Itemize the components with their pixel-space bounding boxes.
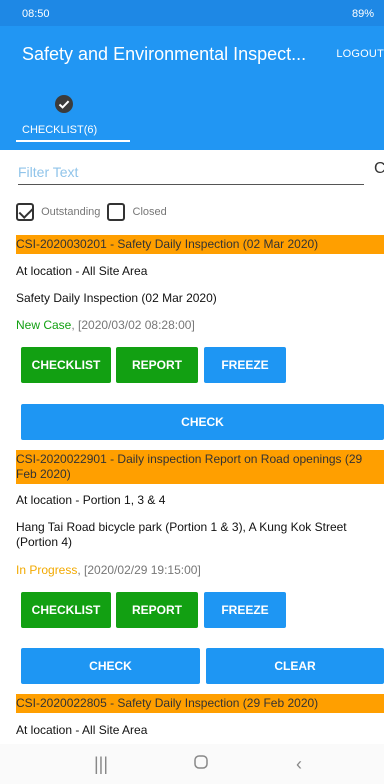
logout-button[interactable]: LOGOUT xyxy=(336,48,384,60)
check-button[interactable]: CHECK xyxy=(21,648,200,684)
status-bar: 08:50 89% xyxy=(0,0,384,26)
battery-level: 89% xyxy=(351,8,374,20)
closed-checkbox[interactable] xyxy=(107,203,126,221)
clear-button[interactable]: CLEAR xyxy=(206,648,384,684)
app-bar: Safety and Environmental Inspect... LOGO… xyxy=(0,26,384,88)
back-icon[interactable]: ‹ xyxy=(296,754,302,775)
status-badge: New Case xyxy=(16,318,72,332)
card-header: CSI-2020022805 - Safety Daily Inspection… xyxy=(16,694,384,713)
card-header: CSI-2020030201 - Safety Daily Inspection… xyxy=(16,235,384,254)
tab-label: CHECKLIST(6) xyxy=(22,124,98,136)
check-circle-icon xyxy=(54,94,74,114)
card-timestamp: , [2020/03/02 08:28:00] xyxy=(71,318,195,332)
check-button[interactable]: CHECK xyxy=(21,404,384,440)
outstanding-label: Outstanding xyxy=(41,206,101,218)
closed-label: Closed xyxy=(132,206,167,218)
tab-bar: CHECKLIST(6) xyxy=(0,88,384,150)
card-location: At location - All Site Area xyxy=(16,264,148,278)
home-icon[interactable] xyxy=(193,754,209,775)
tab-checklist[interactable]: CHECKLIST(6) xyxy=(0,88,130,150)
app-title: Safety and Environmental Inspect... xyxy=(22,44,307,64)
card-description: Hang Tai Road bicycle park (Portion 1 & … xyxy=(16,520,347,549)
system-nav-bar: ||| ‹ xyxy=(0,744,384,784)
checklist-button[interactable]: CHECKLIST xyxy=(21,592,111,628)
card-timestamp: , [2020/02/29 19:15:00] xyxy=(77,563,201,577)
filter-field[interactable] xyxy=(18,160,364,185)
freeze-button[interactable]: FREEZE xyxy=(204,592,286,628)
card-header: CSI-2020022901 - Daily inspection Report… xyxy=(16,450,384,484)
checklist-button[interactable]: CHECKLIST xyxy=(21,347,111,383)
card-status-line: New Case, [2020/03/02 08:28:00] xyxy=(16,318,378,333)
clear-filter-icon[interactable]: C xyxy=(374,160,384,178)
report-button[interactable]: REPORT xyxy=(116,347,198,383)
card-status-line: In Progress, [2020/02/29 19:15:00] xyxy=(16,563,378,578)
card-location: At location - Portion 1, 3 & 4 xyxy=(16,493,166,507)
card-location: At location - All Site Area xyxy=(16,723,148,737)
status-time: 08:50 xyxy=(22,8,50,20)
report-button[interactable]: REPORT xyxy=(116,592,198,628)
tab-indicator xyxy=(16,140,130,142)
status-filters: Outstanding Closed xyxy=(16,203,171,225)
freeze-button[interactable]: FREEZE xyxy=(204,347,286,383)
outstanding-checkbox[interactable] xyxy=(16,203,34,221)
card-description: Safety Daily Inspection (02 Mar 2020) xyxy=(16,291,217,305)
status-badge: In Progress xyxy=(16,563,78,577)
filter-input[interactable] xyxy=(18,160,364,184)
recent-apps-icon[interactable]: ||| xyxy=(94,754,108,775)
